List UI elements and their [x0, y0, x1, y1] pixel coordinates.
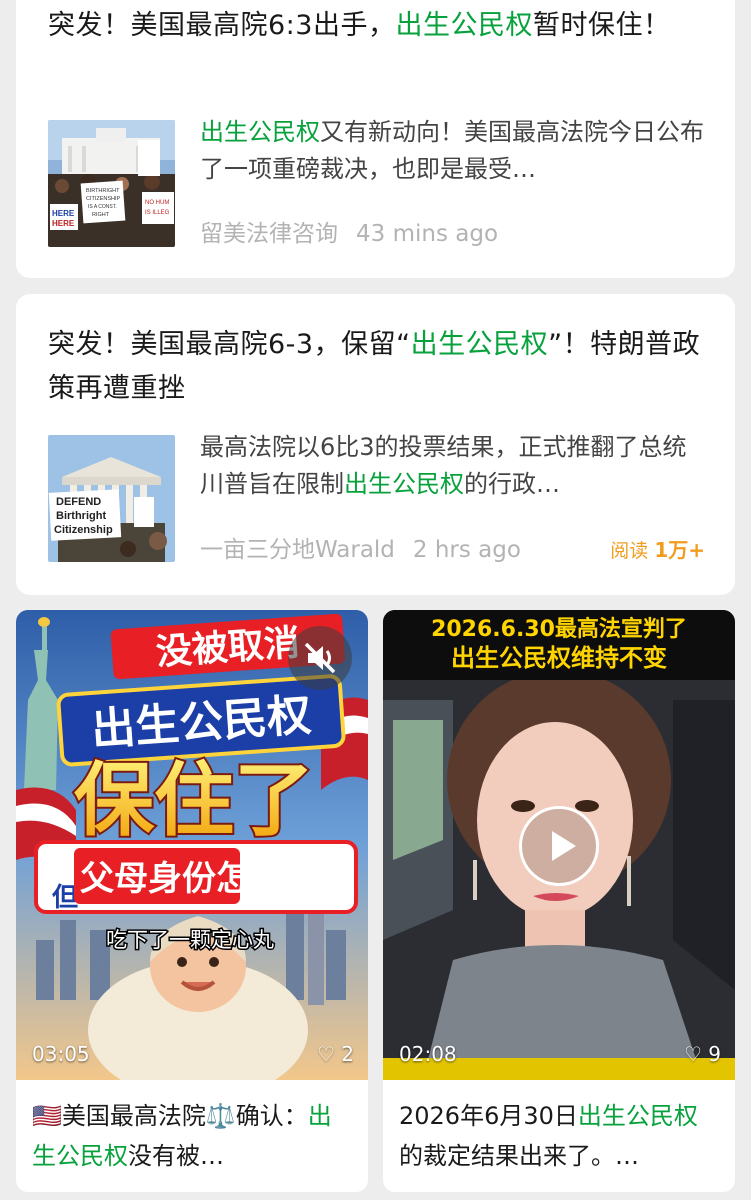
banner-question-text: 父母身份怎么办? [80, 859, 338, 899]
article-meta: 留美法律咨询 43 mins ago [200, 214, 498, 248]
article-card-1[interactable]: 突发！美国最高院6:3出手，出生公民权暂时保住！ HERE HERE BIRTH… [16, 0, 735, 278]
video-duration: 03:05 [32, 1042, 90, 1066]
article-title[interactable]: 突发！美国最高院6:3出手，出生公民权暂时保住！ [48, 4, 705, 48]
video-caption[interactable]: 🇺🇸美国最高法院⚖️确认：出生公民权没有被… [32, 1096, 354, 1176]
banner-line1: 2026.6.30最高法宣判了 [431, 616, 687, 642]
video-card-2[interactable]: 2026.6.30最高法宣判了 出生公民权维持不变 02:08 ♡ 9 2026… [383, 610, 735, 1192]
banner-big-text: 保住了 [74, 754, 314, 847]
svg-text:RIGHT: RIGHT [92, 212, 110, 218]
article-summary[interactable]: 出生公民权又有新动向！美国最高法院今日公布了一项重磅裁决，也即是最受… [200, 114, 705, 188]
video-card-1[interactable]: 没被取消 出生公民权 保住了 但 父母身份怎么办? 吃下了一颗定心丸 03:05… [16, 610, 368, 1192]
article-card-2[interactable]: 突发！美国最高院6-3，保留“出生公民权”！特朗普政策再遭重挫 DEFEND B… [16, 294, 735, 595]
article-title[interactable]: 突发！美国最高院6-3，保留“出生公民权”！特朗普政策再遭重挫 [48, 323, 705, 411]
mute-icon[interactable] [288, 626, 352, 690]
svg-text:NO HUM: NO HUM [145, 200, 169, 206]
video-caption[interactable]: 2026年6月30日出生公民权的裁定结果出来了。… [399, 1096, 721, 1176]
timestamp: 43 mins ago [356, 221, 499, 247]
svg-text:HERE: HERE [52, 219, 75, 228]
article-summary[interactable]: 最高法院以6比3的投票结果，正式推翻了总统川普旨在限制出生公民权的行政… [200, 429, 705, 503]
svg-text:IS ILLEG: IS ILLEG [145, 210, 170, 216]
video-duration: 02:08 [399, 1042, 457, 1066]
svg-text:CITIZENSHIP: CITIZENSHIP [86, 196, 121, 202]
svg-text:IS A CONST.: IS A CONST. [88, 204, 117, 210]
video-subtitle: 吃下了一颗定心丸 [106, 928, 274, 952]
source-name[interactable]: 一亩三分地Warald [200, 537, 395, 563]
source-name[interactable]: 留美法律咨询 [200, 221, 338, 247]
article-thumbnail[interactable]: HERE HERE BIRTHRIGHT CITIZENSHIP IS A CO… [48, 120, 175, 247]
timestamp: 2 hrs ago [412, 537, 521, 563]
read-count: 阅读 1万+ [610, 538, 705, 562]
svg-text:Citizenship: Citizenship [54, 524, 113, 536]
article-meta: 一亩三分地Warald 2 hrs ago [200, 530, 521, 564]
heart-icon: ♡ [683, 1042, 702, 1066]
video-likes[interactable]: ♡ 9 [684, 1042, 721, 1066]
play-icon[interactable] [519, 806, 599, 886]
svg-text:BIRTHRIGHT: BIRTHRIGHT [86, 188, 120, 194]
article-thumbnail[interactable]: DEFEND Birthright Citizenship [48, 435, 175, 562]
video-thumbnail[interactable]: 2026.6.30最高法宣判了 出生公民权维持不变 02:08 ♡ 9 [383, 610, 735, 1080]
svg-text:Birthright: Birthright [56, 510, 106, 522]
heart-icon: ♡ [316, 1042, 335, 1066]
banner-line2: 出生公民权维持不变 [451, 644, 667, 672]
svg-text:DEFEND: DEFEND [56, 496, 101, 508]
svg-text:HERE: HERE [52, 209, 75, 218]
video-thumbnail[interactable]: 没被取消 出生公民权 保住了 但 父母身份怎么办? 吃下了一颗定心丸 03:05… [16, 610, 368, 1080]
video-likes[interactable]: ♡ 2 [317, 1042, 354, 1066]
